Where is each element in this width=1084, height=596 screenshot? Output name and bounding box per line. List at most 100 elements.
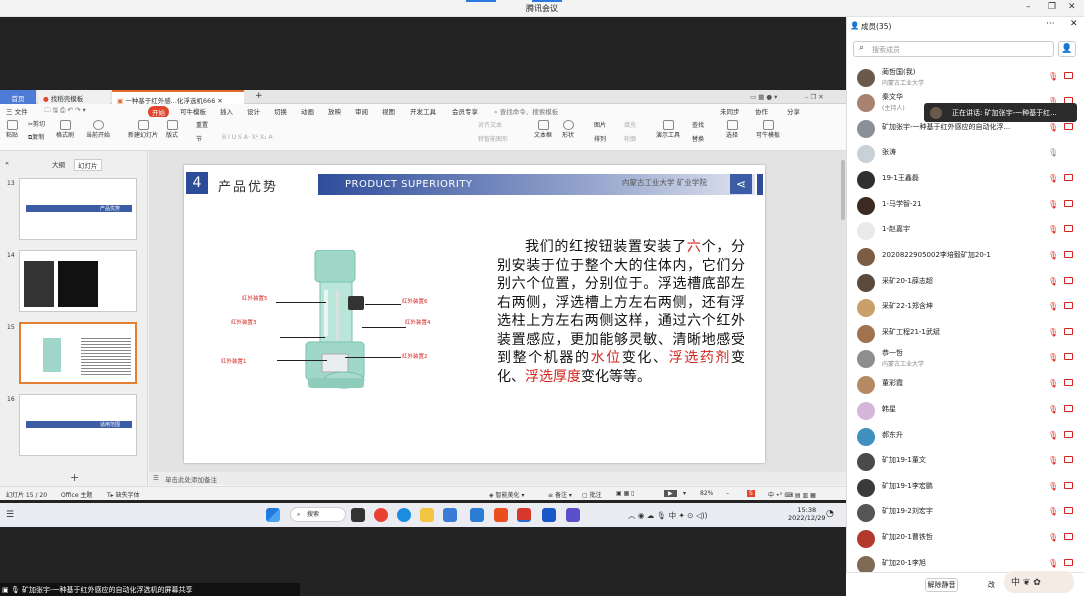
more-icon[interactable]: ··· xyxy=(1046,19,1055,29)
window-controls-icon[interactable]: ▭ ▦ ● ▾ xyxy=(745,90,782,104)
member-row[interactable]: 矿加19-1李宏鹏 🎙 xyxy=(846,475,1084,500)
align-text-button[interactable]: 对齐文本 xyxy=(478,120,502,129)
member-row[interactable]: 1-赵嘉宇 🎙 xyxy=(846,218,1084,243)
play-from-current-button[interactable]: 当前开始 xyxy=(86,120,110,139)
menu-transition[interactable]: 切换 xyxy=(274,106,287,116)
chrome-icon[interactable] xyxy=(374,508,388,522)
textbox-button[interactable]: 文本框 xyxy=(534,120,552,139)
taskbar-search[interactable]: ⌕ 搜索 xyxy=(290,507,346,522)
menu-view[interactable]: 视图 xyxy=(382,106,395,116)
new-slide-button[interactable]: 新建幻灯片 xyxy=(128,120,158,139)
member-row[interactable]: 采矿工程21-1武斌 🎙 xyxy=(846,321,1084,346)
member-row[interactable]: 矿加19-1董文 🎙 xyxy=(846,449,1084,474)
menu-slideshow[interactable]: 放映 xyxy=(328,106,341,116)
ime-floating-bar[interactable]: 中 ❦ ✿ xyxy=(1004,571,1074,593)
minimize-icon[interactable]: – xyxy=(1026,2,1031,12)
member-row[interactable]: 2020822905002李培毅矿加20-1 🎙 xyxy=(846,244,1084,269)
sogou-icon[interactable]: S xyxy=(747,490,755,497)
find-button[interactable]: 查找 xyxy=(692,120,704,129)
arrange-button[interactable]: 排列 xyxy=(594,134,606,143)
close-icon[interactable]: ✕ xyxy=(1068,2,1076,12)
menu-developer[interactable]: 开发工具 xyxy=(410,106,436,116)
member-row[interactable]: 韩星 🎙 xyxy=(846,398,1084,423)
slide-thumb-13[interactable]: 产品优势 xyxy=(19,178,137,240)
play-button[interactable]: ▶ xyxy=(664,490,677,497)
comments-toggle[interactable]: ▢ 批注 xyxy=(582,490,602,499)
command-search[interactable]: ⌕ 查找命令、搜索模板 xyxy=(494,106,558,117)
menu-review[interactable]: 审阅 xyxy=(355,106,368,116)
wps-window-buttons[interactable]: – ❐ ✕ xyxy=(800,90,829,104)
app-icon[interactable] xyxy=(443,508,457,522)
office-icon[interactable] xyxy=(494,508,508,522)
notes-toggle[interactable]: ≡ 备注 ▾ xyxy=(548,490,572,499)
quick-access-icons[interactable]: 🗀 🖫 ⎙ ↶ ↷ ▾ xyxy=(44,106,86,117)
tab-home[interactable]: 首页 xyxy=(0,90,36,104)
member-row[interactable]: 董彩霞 🎙 xyxy=(846,372,1084,397)
smart-art-button[interactable]: 转智能图形 xyxy=(478,134,508,143)
menu-animation[interactable]: 动画 xyxy=(301,106,314,116)
shape-button[interactable]: 形状 xyxy=(562,120,574,139)
member-row[interactable]: 采矿20-1薛志超 🎙 xyxy=(846,270,1084,295)
member-row[interactable]: 张涛 🎙 xyxy=(846,141,1084,166)
member-row[interactable]: 矿加20-1曹铁哲 🎙 xyxy=(846,526,1084,551)
member-row[interactable]: 蔺哲国(我) 内蒙古工业大学 🎙 xyxy=(846,65,1084,90)
collapse-icon[interactable]: « xyxy=(5,159,9,167)
replace-button[interactable]: 替换 xyxy=(692,134,704,143)
menu-design[interactable]: 设计 xyxy=(247,106,260,116)
tab-document[interactable]: ▣ 一种基于红外感...化浮选机666 ✕ xyxy=(112,90,244,105)
menu-insert[interactable]: 插入 xyxy=(220,106,233,116)
member-row[interactable]: 矿加19-2刘宏宇 🎙 xyxy=(846,500,1084,525)
font-format-buttons[interactable]: B I U S A· X² X₂ A· xyxy=(222,134,275,141)
layout-button[interactable]: 版式 xyxy=(166,120,178,139)
slide-thumb-16[interactable]: 适用范围 xyxy=(19,394,137,456)
unmute-all-button[interactable]: 解除静音 xyxy=(925,578,958,592)
windows-start-icon[interactable] xyxy=(266,508,280,522)
member-row[interactable]: 恭一哲 内蒙古工业大学 🎙 xyxy=(846,346,1084,371)
app-icon[interactable] xyxy=(566,508,580,522)
paste-button[interactable]: 粘贴 xyxy=(6,120,18,139)
share-button[interactable]: 分享 xyxy=(787,106,800,116)
picture-button[interactable]: 图片 xyxy=(594,120,606,129)
outline-tab[interactable]: 大纲 xyxy=(52,159,65,169)
ime-toolbar[interactable]: 中 •° ⌨ ▤ ▥ ▦ xyxy=(768,490,816,499)
wps-icon[interactable] xyxy=(517,508,531,522)
view-mode-icons[interactable]: ▣ ▦ ▯ xyxy=(616,490,634,497)
notification-icon[interactable]: ◔ xyxy=(826,509,834,519)
outline-button[interactable]: 轮廓 xyxy=(624,134,636,143)
reset-button[interactable]: 重置 xyxy=(196,120,208,129)
member-row[interactable]: 郝东升 🎙 xyxy=(846,424,1084,449)
sync-status[interactable]: 未同步 xyxy=(720,106,740,116)
fit-icon[interactable]: ▾ xyxy=(683,490,686,497)
menu-file[interactable]: 三 文件 xyxy=(6,106,28,116)
menu-vip[interactable]: 会员专享 xyxy=(452,106,478,116)
slide-body-text[interactable]: 我们的红按钮装置安装了六个，分别安装于位于整个大的住体内，它们分别六个位置，分别… xyxy=(497,238,745,386)
invite-member-icon[interactable]: 👤 xyxy=(1058,41,1076,57)
vertical-scrollbar[interactable] xyxy=(841,160,845,220)
slide-thumb-14[interactable] xyxy=(19,250,137,312)
notes-pane[interactable]: ☰ 单击此处添加备注 xyxy=(149,472,846,485)
kenuo-template-button[interactable]: 可牛模板 xyxy=(756,120,780,139)
member-search-input[interactable]: ⌕ 搜索成员 xyxy=(853,41,1054,57)
new-tab-icon[interactable]: + xyxy=(250,88,268,102)
member-row[interactable]: 19-1王鑫磊 🎙 xyxy=(846,167,1084,192)
cut-button[interactable]: ✂剪切 xyxy=(28,119,45,128)
system-tray[interactable]: ︿ ◉ ☁ 🎙 中 ✦ ⊙ ◁)) xyxy=(628,510,707,521)
mail-icon[interactable] xyxy=(470,508,484,522)
member-row[interactable]: 采矿22-1郑含坤 🎙 xyxy=(846,295,1084,320)
more-actions-button[interactable]: 改 xyxy=(988,580,995,590)
tab-templates[interactable]: ● 找稻壳模板 xyxy=(38,90,110,104)
slides-tab[interactable]: 幻灯片 xyxy=(74,159,102,171)
fill-button[interactable]: 填充 xyxy=(624,120,636,129)
restore-icon[interactable]: ❐ xyxy=(1048,2,1056,12)
edge-icon[interactable] xyxy=(397,508,411,522)
missing-font[interactable]: T▸ 缺失字体 xyxy=(107,490,140,499)
add-slide-icon[interactable]: + xyxy=(70,471,79,484)
menu-icon[interactable]: ☰ xyxy=(6,510,14,520)
slide-thumb-15[interactable] xyxy=(19,322,137,384)
close-panel-icon[interactable]: ✕ xyxy=(1070,19,1078,29)
member-row[interactable]: 1-马学智-21 🎙 xyxy=(846,193,1084,218)
select-button[interactable]: 选择 xyxy=(726,120,738,139)
clock[interactable]: 15:38 2022/12/29 xyxy=(788,506,825,522)
section-button[interactable]: 节 xyxy=(196,134,202,143)
presentation-tools-button[interactable]: 演示工具 xyxy=(656,120,680,139)
